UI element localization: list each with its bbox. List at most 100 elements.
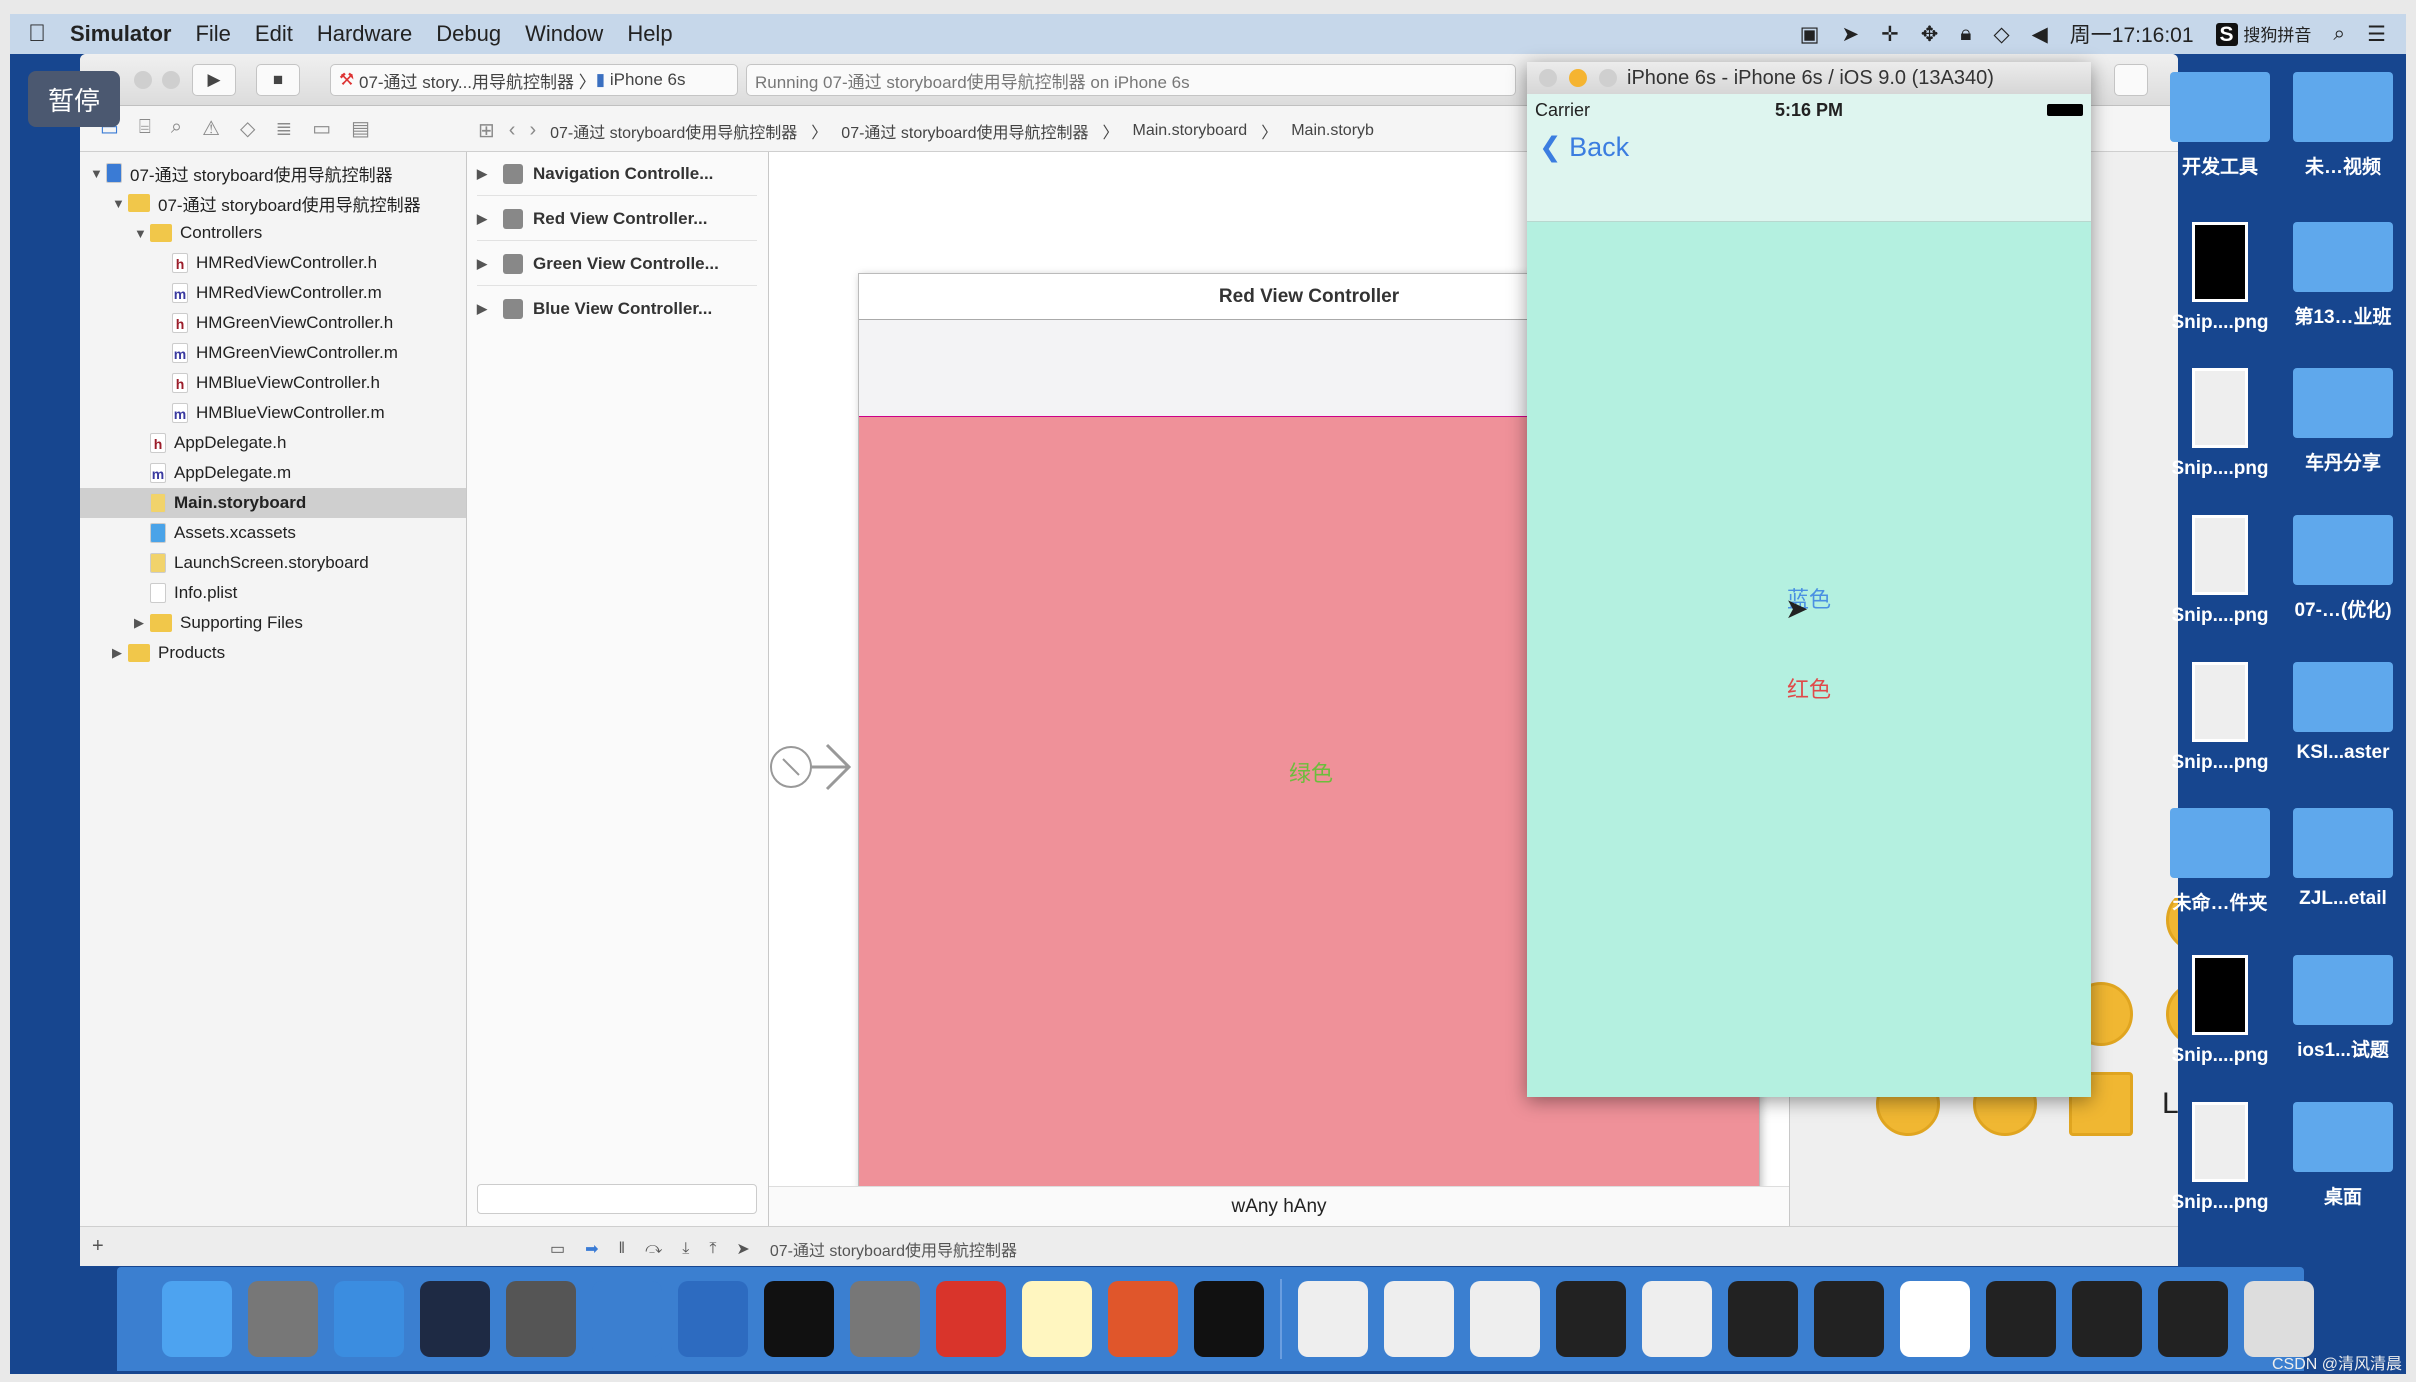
doc6-icon[interactable] bbox=[1728, 1281, 1798, 1357]
doc7-icon[interactable] bbox=[1814, 1281, 1884, 1357]
console-toggle-icon[interactable]: ▭ bbox=[550, 1239, 565, 1259]
pause-overlay-button[interactable]: 暂停 bbox=[28, 71, 120, 127]
navigator-item[interactable]: h AppDelegate.h bbox=[80, 428, 466, 458]
segue-arrow-icon[interactable] bbox=[769, 737, 859, 797]
desktop-icon[interactable]: 桌面 bbox=[2253, 1102, 2416, 1209]
navigator-item[interactable]: ▼ 07-通过 storyboard使用导航控制器 bbox=[80, 158, 466, 188]
xcode-icon[interactable] bbox=[592, 1281, 662, 1357]
disclosure-icon[interactable]: ▶ bbox=[477, 166, 493, 182]
size-class-button[interactable]: wAny hAny bbox=[1231, 1196, 1326, 1218]
menu-file[interactable]: File bbox=[195, 21, 230, 47]
desktop-icon[interactable]: 未…视频 bbox=[2253, 72, 2416, 179]
navigator-item[interactable]: LaunchScreen.storyboard bbox=[80, 548, 466, 578]
outline-item[interactable]: ▶ Blue View Controller... bbox=[477, 287, 757, 331]
doc5-icon[interactable] bbox=[1642, 1281, 1712, 1357]
pause-icon[interactable]: ‖ bbox=[619, 1240, 626, 1258]
test-nav-icon[interactable]: ◇ bbox=[240, 116, 255, 141]
forward-icon[interactable]: › bbox=[529, 119, 536, 142]
menu-edit[interactable]: Edit bbox=[255, 21, 293, 47]
xmind-icon[interactable] bbox=[936, 1281, 1006, 1357]
launchpad-icon[interactable] bbox=[248, 1281, 318, 1357]
plus-icon[interactable]: ✛ bbox=[1881, 22, 1899, 47]
clock[interactable]: 周一17:16:01 bbox=[2070, 19, 2194, 49]
search-nav-icon[interactable]: ⌕ bbox=[171, 116, 182, 141]
related-items-icon[interactable]: ⊞ bbox=[478, 118, 495, 143]
outline-item[interactable]: ▶ Red View Controller... bbox=[477, 197, 757, 241]
zoom-button[interactable] bbox=[1599, 69, 1617, 87]
camera-icon[interactable]: ▣ bbox=[1800, 22, 1820, 47]
desktop-icon[interactable]: 07-…(优化) bbox=[2253, 515, 2416, 622]
menu-debug[interactable]: Debug bbox=[436, 21, 501, 47]
doc10-icon[interactable] bbox=[2072, 1281, 2142, 1357]
close-button[interactable] bbox=[1539, 69, 1557, 87]
minimize-button[interactable] bbox=[1569, 69, 1587, 87]
bluetooth-icon[interactable]: ✥ bbox=[1921, 22, 1939, 47]
safari-icon[interactable] bbox=[334, 1281, 404, 1357]
location-icon[interactable]: ➤ bbox=[1841, 22, 1859, 47]
menu-simulator[interactable]: Simulator bbox=[70, 21, 171, 47]
step-out-icon[interactable]: ⤒ bbox=[709, 1240, 716, 1258]
desktop-icon[interactable]: ZJL...etail bbox=[2253, 808, 2416, 910]
symbol-nav-icon[interactable]: ⌸ bbox=[139, 116, 151, 141]
doc3-icon[interactable] bbox=[1470, 1281, 1540, 1357]
notification-center-icon[interactable]: ☰ bbox=[2367, 22, 2386, 47]
doc1-icon[interactable] bbox=[1298, 1281, 1368, 1357]
doc9-icon[interactable] bbox=[1986, 1281, 2056, 1357]
menu-window[interactable]: Window bbox=[525, 21, 603, 47]
lock-icon[interactable]: 🔒︎ bbox=[1960, 22, 1971, 46]
volume-icon[interactable]: ◀ bbox=[2032, 22, 2048, 47]
navigator-item[interactable]: m HMRedViewController.m bbox=[80, 278, 466, 308]
menu-hardware[interactable]: Hardware bbox=[317, 21, 412, 47]
breakpoint-nav-icon[interactable]: ▭ bbox=[312, 116, 331, 141]
close-button[interactable] bbox=[134, 71, 152, 89]
disclosure-icon[interactable]: ▶ bbox=[477, 256, 493, 272]
location-sim-icon[interactable]: ➤ bbox=[736, 1239, 749, 1259]
outline-item[interactable]: ▶ Navigation Controlle... bbox=[477, 152, 757, 196]
navigator-item[interactable]: h HMRedViewController.h bbox=[80, 248, 466, 278]
navigator-item[interactable]: m HMBlueViewController.m bbox=[80, 398, 466, 428]
console-icon[interactable] bbox=[1194, 1281, 1264, 1357]
debug-nav-icon[interactable]: ≣ bbox=[275, 116, 292, 141]
breakpoints-icon[interactable]: ➡ bbox=[585, 1239, 598, 1259]
terminal-icon[interactable] bbox=[764, 1281, 834, 1357]
mouse-icon[interactable] bbox=[420, 1281, 490, 1357]
outline-filter-input[interactable] bbox=[477, 1184, 757, 1214]
navigator-item[interactable]: m HMGreenViewController.m bbox=[80, 338, 466, 368]
issue-nav-icon[interactable]: ⚠ bbox=[202, 116, 220, 141]
disclosure-icon[interactable]: ▶ bbox=[134, 615, 150, 631]
navigator-item[interactable]: ▼ 07-通过 storyboard使用导航控制器 bbox=[80, 188, 466, 218]
disclosure-icon[interactable]: ▶ bbox=[477, 301, 493, 317]
navigator-item[interactable]: ▶ Supporting Files bbox=[80, 608, 466, 638]
doc2-icon[interactable] bbox=[1384, 1281, 1454, 1357]
menu-help[interactable]: Help bbox=[627, 21, 672, 47]
navigator-item[interactable]: Assets.xcassets bbox=[80, 518, 466, 548]
desktop-icon[interactable]: 车丹分享 bbox=[2253, 368, 2416, 475]
instruments-icon[interactable] bbox=[678, 1281, 748, 1357]
breadcrumb-project[interactable]: 07-通过 storyboard使用导航控制器 bbox=[550, 119, 797, 143]
doc11-icon[interactable] bbox=[2158, 1281, 2228, 1357]
ime-menu[interactable]: S 搜狗拼音 bbox=[2215, 21, 2311, 47]
trash-icon[interactable] bbox=[2244, 1281, 2314, 1357]
disclosure-icon[interactable]: ▼ bbox=[134, 226, 150, 241]
run-button[interactable]: ▶ bbox=[192, 64, 236, 96]
add-icon[interactable]: + bbox=[92, 1235, 104, 1258]
green-label[interactable]: 绿色 bbox=[1289, 756, 1333, 788]
photo-booth-icon[interactable] bbox=[506, 1281, 576, 1357]
stop-button[interactable]: ■ bbox=[256, 64, 300, 96]
navigator-item[interactable]: Main.storyboard bbox=[80, 488, 466, 518]
apple-icon[interactable]:  bbox=[28, 20, 46, 48]
disclosure-icon[interactable]: ▼ bbox=[90, 166, 106, 181]
desktop-icon[interactable]: KSI...aster bbox=[2253, 662, 2416, 764]
breadcrumb-group[interactable]: 07-通过 storyboard使用导航控制器 bbox=[841, 119, 1088, 143]
disclosure-icon[interactable]: ▼ bbox=[112, 196, 128, 211]
desktop-icon[interactable]: ios1...试题 bbox=[2253, 955, 2416, 1062]
doc4-icon[interactable] bbox=[1556, 1281, 1626, 1357]
report-nav-icon[interactable]: ▤ bbox=[351, 116, 370, 141]
outline-item[interactable]: ▶ Green View Controlle... bbox=[477, 242, 757, 286]
minimize-button[interactable] bbox=[162, 71, 180, 89]
system-preferences-icon[interactable] bbox=[850, 1281, 920, 1357]
navigator-item[interactable]: ▼ Controllers bbox=[80, 218, 466, 248]
navigator-item[interactable]: m AppDelegate.m bbox=[80, 458, 466, 488]
navigator-item[interactable]: ▶ Products bbox=[80, 638, 466, 668]
wifi-icon[interactable]: ◇ bbox=[1993, 22, 2009, 47]
